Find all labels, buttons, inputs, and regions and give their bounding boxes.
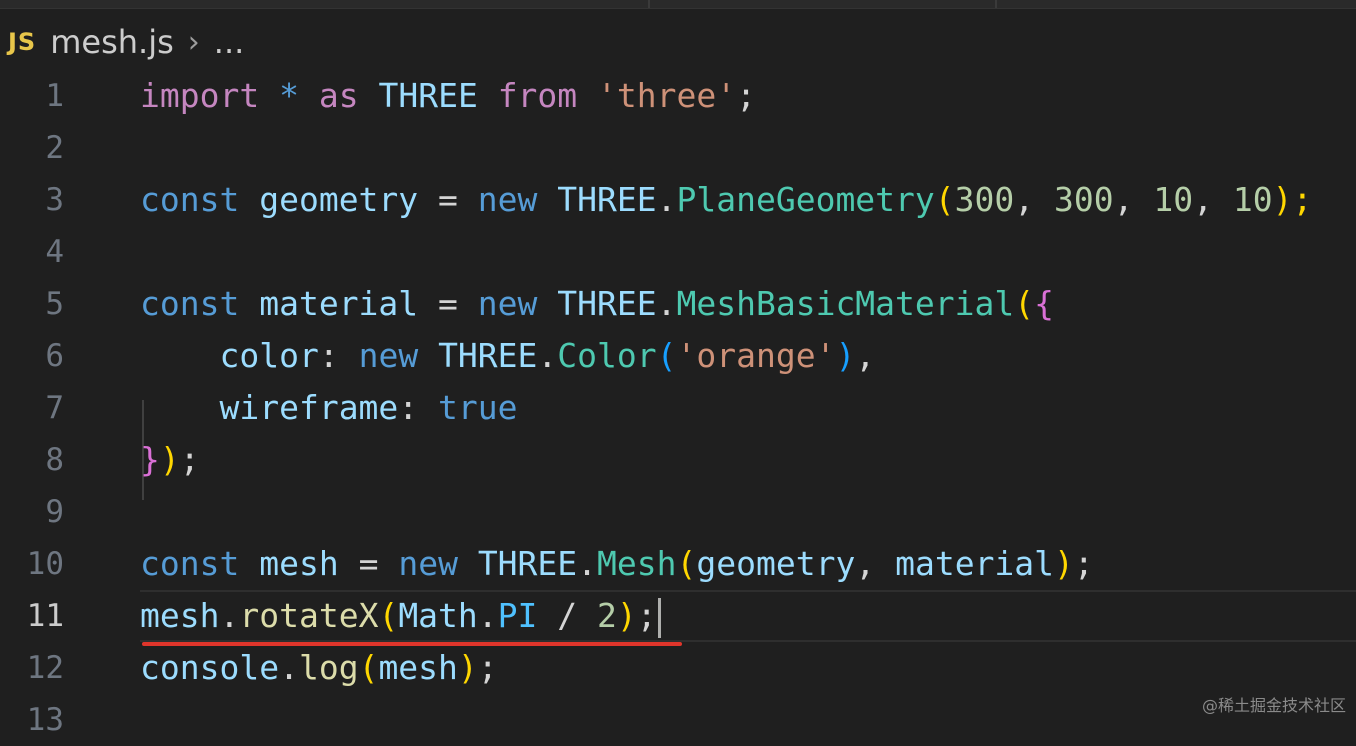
line-code[interactable]: console.log(mesh); bbox=[140, 642, 498, 694]
chevron-right-icon: › bbox=[187, 24, 200, 60]
breadcrumb: JS mesh.js › ... bbox=[8, 20, 244, 64]
line-number: 10 bbox=[26, 546, 64, 582]
line-number: 4 bbox=[45, 234, 64, 270]
code-line[interactable]: 10 const mesh = new THREE.Mesh(geometry,… bbox=[0, 538, 1356, 590]
line-code[interactable]: wireframe: true bbox=[140, 382, 517, 434]
code-line[interactable]: 13 bbox=[0, 694, 1356, 746]
breadcrumb-ellipsis[interactable]: ... bbox=[214, 23, 245, 61]
line-code[interactable]: const material = new THREE.MeshBasicMate… bbox=[140, 278, 1054, 330]
line-code[interactable]: }); bbox=[140, 434, 200, 486]
code-line[interactable]: 5 const material = new THREE.MeshBasicMa… bbox=[0, 278, 1356, 330]
code-line[interactable]: 8 }); bbox=[0, 434, 1356, 486]
tab-bar bbox=[0, 0, 1356, 9]
code-line[interactable]: 6 color: new THREE.Color('orange'), bbox=[0, 330, 1356, 382]
line-code[interactable]: const geometry = new THREE.PlaneGeometry… bbox=[140, 174, 1312, 226]
code-line[interactable]: 12 console.log(mesh); bbox=[0, 642, 1356, 694]
watermark: @稀土掘金技术社区 bbox=[1201, 696, 1346, 715]
code-line[interactable]: 2 bbox=[0, 122, 1356, 174]
code-line[interactable]: 7 wireframe: true bbox=[0, 382, 1356, 434]
text-cursor bbox=[657, 597, 661, 638]
line-number: 11 bbox=[26, 598, 64, 634]
line-code[interactable]: mesh.rotateX(Math.PI / 2); bbox=[140, 590, 661, 642]
line-number: 1 bbox=[45, 78, 64, 114]
tab-divider bbox=[648, 0, 650, 8]
line-number: 12 bbox=[26, 650, 64, 686]
javascript-file-icon: JS bbox=[8, 28, 37, 56]
line-code[interactable]: import * as THREE from 'three'; bbox=[140, 70, 756, 122]
line-number: 5 bbox=[45, 286, 64, 322]
line-number: 8 bbox=[45, 442, 64, 478]
code-line[interactable]: 3 const geometry = new THREE.PlaneGeomet… bbox=[0, 174, 1356, 226]
code-line[interactable]: 1 import * as THREE from 'three'; bbox=[0, 70, 1356, 122]
line-code[interactable]: const mesh = new THREE.Mesh(geometry, ma… bbox=[140, 538, 1094, 590]
tab-divider bbox=[995, 0, 997, 8]
line-number: 9 bbox=[45, 494, 64, 530]
code-line[interactable]: 4 bbox=[0, 226, 1356, 278]
line-number: 2 bbox=[45, 130, 64, 166]
code-line-active[interactable]: 11 mesh.rotateX(Math.PI / 2); bbox=[0, 590, 1356, 642]
breadcrumb-file-name[interactable]: mesh.js bbox=[50, 23, 174, 61]
line-code[interactable]: color: new THREE.Color('orange'), bbox=[140, 330, 875, 382]
line-number: 3 bbox=[45, 182, 64, 218]
line-number: 13 bbox=[26, 702, 64, 738]
red-underline-annotation bbox=[142, 642, 682, 646]
code-line[interactable]: 9 bbox=[0, 486, 1356, 538]
line-number: 6 bbox=[45, 338, 64, 374]
line-number: 7 bbox=[45, 390, 64, 426]
